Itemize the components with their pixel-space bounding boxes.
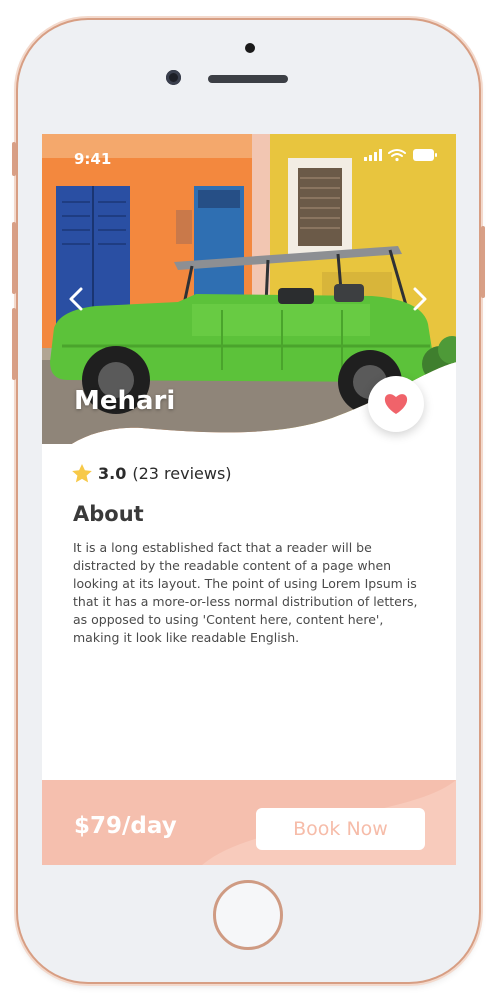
mute-switch <box>12 142 16 176</box>
price-label: $79/day <box>74 813 177 839</box>
about-description: It is a long established fact that a rea… <box>73 540 418 645</box>
front-camera <box>166 70 181 85</box>
proximity-sensor <box>245 43 255 53</box>
rating-row: 3.0 (23 reviews) <box>72 464 232 483</box>
chevron-left-icon <box>69 287 83 311</box>
favorite-button[interactable] <box>368 376 424 432</box>
next-photo-button[interactable] <box>404 282 434 316</box>
volume-up-button <box>12 222 16 294</box>
earpiece-speaker <box>208 75 288 83</box>
star-icon <box>72 464 92 483</box>
car-title: Mehari <box>74 386 176 416</box>
volume-down-button <box>12 308 16 380</box>
power-button <box>481 226 485 298</box>
review-count: (23 reviews) <box>132 464 232 483</box>
home-button[interactable] <box>213 880 283 950</box>
about-heading: About <box>73 502 144 526</box>
chevron-right-icon <box>413 287 427 311</box>
wifi-icon <box>388 149 406 162</box>
heart-icon <box>384 394 408 414</box>
app-screen: 9:41 Mehari 3.0 (23 reviews) About It is… <box>42 134 456 865</box>
status-bar: 9:41 <box>42 134 456 178</box>
book-now-button[interactable]: Book Now <box>256 808 425 850</box>
status-icons <box>364 149 437 162</box>
signal-icon <box>364 149 382 161</box>
battery-icon <box>413 149 437 161</box>
booking-bar: $79/day Book Now <box>42 780 456 865</box>
previous-photo-button[interactable] <box>62 282 92 316</box>
rating-score: 3.0 <box>98 464 127 483</box>
status-time: 9:41 <box>74 150 112 168</box>
